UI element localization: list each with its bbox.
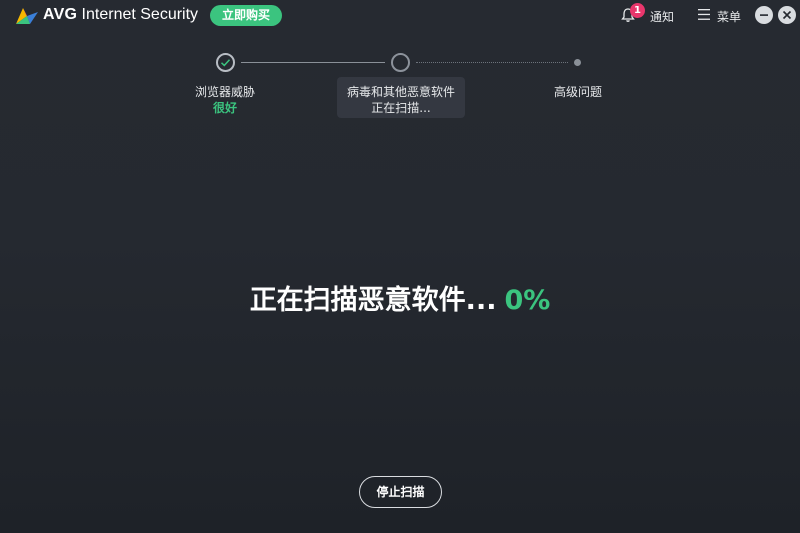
stop-scan-button[interactable]: 停止扫描 [359, 476, 442, 508]
step-browser-threats-indicator [216, 53, 235, 72]
step-browser-threats-label: 浏览器威胁 [194, 85, 255, 99]
step-malware-indicator [391, 53, 410, 72]
scan-status: 正在扫描恶意软件... 0% [0, 278, 800, 317]
step-browser-threats-status: 很好 [212, 101, 237, 115]
close-icon [782, 10, 792, 20]
product-name: Internet Security [81, 6, 199, 23]
minimize-button[interactable] [755, 6, 773, 24]
notifications-label: 通知 [650, 10, 675, 24]
scan-percent: 0% [504, 285, 551, 316]
stepper-pending-line [416, 62, 568, 63]
step-advanced-label: 高级问题 [553, 85, 602, 99]
hamburger-icon [698, 9, 710, 20]
menu-label: 菜单 [717, 10, 742, 24]
stepper-progress-line [241, 62, 385, 63]
step-malware-status: 正在扫描... [371, 101, 431, 115]
step-malware-label: 病毒和其他恶意软件 [346, 85, 455, 99]
buy-now-button[interactable]: 立即购买 [210, 5, 283, 26]
notification-count-badge: 1 [630, 3, 645, 18]
checkmark-icon [220, 59, 231, 67]
title-bar: AVG Internet Security 立即购买 1 通知 菜单 [0, 0, 800, 32]
step-advanced-indicator [574, 59, 581, 66]
minimize-icon [760, 14, 768, 16]
brand-name: AVG [43, 6, 78, 23]
close-button[interactable] [778, 6, 796, 24]
scan-status-text: 正在扫描恶意软件... [249, 285, 497, 316]
avg-logo-icon [16, 8, 38, 24]
app-title: AVG Internet Security [43, 6, 198, 24]
